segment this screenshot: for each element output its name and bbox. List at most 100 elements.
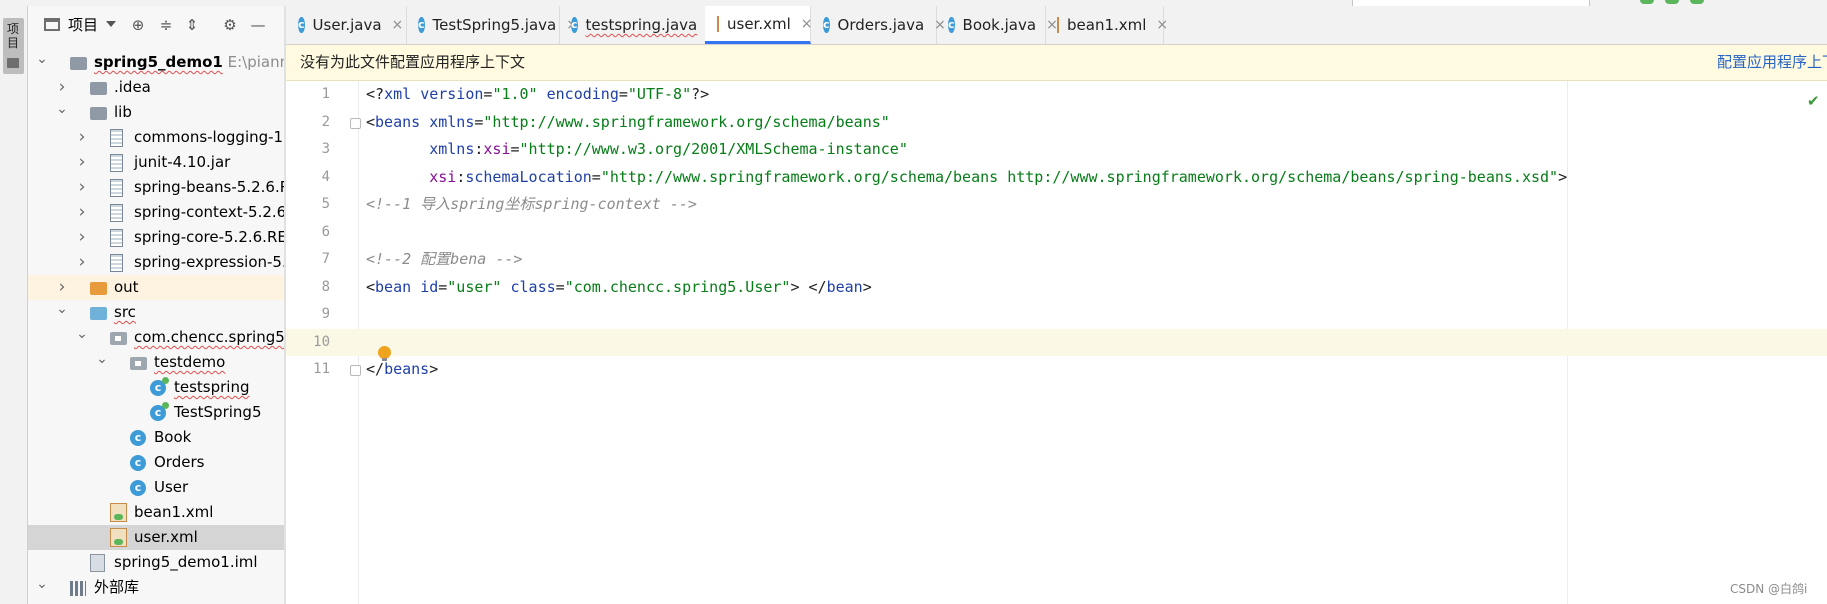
project-tree: ⌄ spring5_demo1 E:\pianma\j › .idea ⌄ lib › com… xyxy=(28,50,284,600)
chevron-down-icon[interactable]: ⌄ xyxy=(96,350,108,375)
gear-icon[interactable]: ⚙ xyxy=(221,16,239,34)
code-token: <!--2 配置bena --> xyxy=(366,250,523,268)
chevron-right-icon[interactable]: › xyxy=(56,275,68,300)
code-line[interactable]: 11 </beans> xyxy=(286,356,1827,384)
tab-testspring5-java[interactable]: cTestSpring5.java× xyxy=(406,6,578,44)
code-line[interactable]: 7 <!--2 配置bena --> xyxy=(286,246,1827,274)
tab-bean1-xml[interactable]: bean1.xml × xyxy=(1045,6,1168,44)
tree-item[interactable]: spring5_demo1.iml xyxy=(28,550,284,575)
folder-icon xyxy=(90,82,107,95)
close-icon[interactable]: × xyxy=(392,17,404,33)
code-token: xsi xyxy=(483,140,511,158)
tree-item[interactable]: › commons-logging-1.1 xyxy=(28,125,284,150)
intention-bulb-icon[interactable] xyxy=(378,346,391,361)
tree-item[interactable]: › spring-core-5.2.6.RELI xyxy=(28,225,284,250)
chevron-right-icon[interactable]: › xyxy=(76,250,88,275)
project-panel-title[interactable]: 项目 xyxy=(68,14,98,35)
tree-item[interactable]: ⌄ src xyxy=(28,300,284,325)
expand-all-icon[interactable]: ≑ xyxy=(157,16,175,34)
tree-item[interactable]: c User xyxy=(28,475,284,500)
chevron-right-icon[interactable]: › xyxy=(76,150,88,175)
locate-file-icon[interactable]: ⊕ xyxy=(129,16,147,34)
code-line[interactable]: 10 xyxy=(286,328,1827,356)
tree-item[interactable]: c testspring xyxy=(28,375,284,400)
code-line[interactable]: 2 <beans xmlns="http://www.springframewor… xyxy=(286,109,1827,137)
line-number: 5 xyxy=(321,196,330,212)
code-token: ?> xyxy=(691,85,710,103)
tree-item-text: User xyxy=(154,475,188,500)
tree-item-text: spring-core-5.2.6.RELI xyxy=(134,225,284,250)
watermark: CSDN @白鸽i xyxy=(1730,582,1808,596)
tab-testspring-java[interactable]: ctestspring.java× xyxy=(559,6,719,44)
configure-context-link[interactable]: 配置应用程序上下 xyxy=(1717,45,1827,80)
code-token: schemaLocation xyxy=(465,167,592,186)
tree-item[interactable]: ⌄ lib xyxy=(28,100,284,125)
code-line[interactable]: 9 xyxy=(286,301,1827,329)
folder-icon xyxy=(90,107,107,120)
close-icon[interactable]: × xyxy=(1156,17,1168,33)
package-icon xyxy=(110,332,127,345)
chevron-down-icon[interactable]: ⌄ xyxy=(76,325,88,350)
editor-tabs: c User.java × c TestSpring5.java × c testspring… xyxy=(286,6,1827,45)
class-icon: c xyxy=(130,430,146,446)
tab-orders-java[interactable]: c Orders.java × xyxy=(811,6,946,44)
chevron-right-icon[interactable]: › xyxy=(76,225,88,250)
fold-marker-icon[interactable] xyxy=(350,365,361,376)
tab-user-java[interactable]: c User.java × xyxy=(286,6,407,44)
chevron-down-icon[interactable]: ⌄ xyxy=(56,300,68,325)
tab-user-xml[interactable]: user.xml × xyxy=(705,6,813,44)
code-line[interactable]: 6 xyxy=(286,219,1827,247)
code-line[interactable]: 5 <!--1 导入spring坐标spring-context --> xyxy=(286,191,1827,219)
tree-item[interactable]: › spring-expression-5.2 xyxy=(28,250,284,275)
tree-item[interactable]: user.xml xyxy=(28,525,284,550)
chevron-right-icon[interactable]: › xyxy=(76,200,88,225)
tree-item[interactable]: › .idea xyxy=(28,75,284,100)
tree-item-text: testspring xyxy=(174,375,250,400)
tree-item-text: spring-context-5.2.6.R xyxy=(134,200,284,225)
code-editor[interactable]: 1 <?xml version="1.0" encoding="UTF-8"?> 2… xyxy=(286,81,1827,384)
tree-item[interactable]: ⌄ testdemo xyxy=(28,350,284,375)
debug-icon[interactable] xyxy=(1690,0,1704,4)
line-number: 3 xyxy=(321,141,330,157)
chevron-right-icon[interactable]: › xyxy=(56,75,68,100)
collapse-all-icon[interactable]: ⇕ xyxy=(183,16,201,34)
chevron-down-icon[interactable]: ⌄ xyxy=(56,100,68,125)
notification-banner: 没有为此文件配置应用程序上下文 配置应用程序上下 xyxy=(286,45,1827,81)
inspection-ok-icon[interactable]: ✔ xyxy=(1807,92,1820,110)
tree-item-text: bean1.xml xyxy=(134,500,213,525)
tree-item-label: bean1.xml xyxy=(134,503,214,521)
code-line[interactable]: 4 xsi:schemaLocation="http://www.springf… xyxy=(286,164,1827,192)
run-icon[interactable] xyxy=(1665,0,1679,4)
tree-item[interactable]: ⌄ spring5_demo1 E:\pianma\j xyxy=(28,50,284,75)
chevron-right-icon[interactable]: › xyxy=(76,175,88,200)
tree-item[interactable]: › out xyxy=(28,275,284,300)
minimize-icon[interactable]: — xyxy=(249,16,267,34)
build-icon[interactable] xyxy=(1640,0,1654,4)
tree-item[interactable]: › junit-4.10.jar xyxy=(28,150,284,175)
code-line[interactable]: 3 xmlns:xsi="http://www.w3.org/2001/XMLS… xyxy=(286,136,1827,164)
tree-item[interactable]: › spring-context-5.2.6.R xyxy=(28,200,284,225)
code-token: > xyxy=(862,277,872,296)
chevron-down-icon[interactable]: ⌄ xyxy=(36,575,48,600)
line-number: 11 xyxy=(313,361,330,377)
tab-label: testspring.java xyxy=(585,16,698,34)
code-token: encoding xyxy=(546,85,619,103)
fold-marker-icon[interactable] xyxy=(350,117,361,129)
tree-item[interactable]: c Book xyxy=(28,425,284,450)
tree-item[interactable]: c Orders xyxy=(28,450,284,475)
tree-item[interactable]: c TestSpring5 xyxy=(28,400,284,425)
chevron-right-icon[interactable]: › xyxy=(76,125,88,150)
project-window-icon xyxy=(44,17,60,31)
code-line[interactable]: 8 <bean id="user" class="com.chencc.sprin… xyxy=(286,274,1827,302)
chevron-down-icon[interactable] xyxy=(106,21,117,27)
tree-item-text: .idea xyxy=(114,75,151,100)
tree-item-text: spring5_demo1.iml xyxy=(114,550,258,575)
chevron-down-icon[interactable]: ⌄ xyxy=(36,50,48,75)
tree-item[interactable]: ⌄ com.chencc.spring5 xyxy=(28,325,284,350)
code-text: xsi:schemaLocation="http://www.springfra… xyxy=(366,164,1567,192)
code-line[interactable]: 1 <?xml version="1.0" encoding="UTF-8"?> xyxy=(286,81,1827,109)
tree-item[interactable]: › spring-beans-5.2.6.RE xyxy=(28,175,284,200)
tab-book-java[interactable]: c Book.java × xyxy=(936,6,1058,44)
tree-item[interactable]: ⌄ 外部库 xyxy=(28,575,284,600)
tree-item[interactable]: bean1.xml xyxy=(28,500,284,525)
